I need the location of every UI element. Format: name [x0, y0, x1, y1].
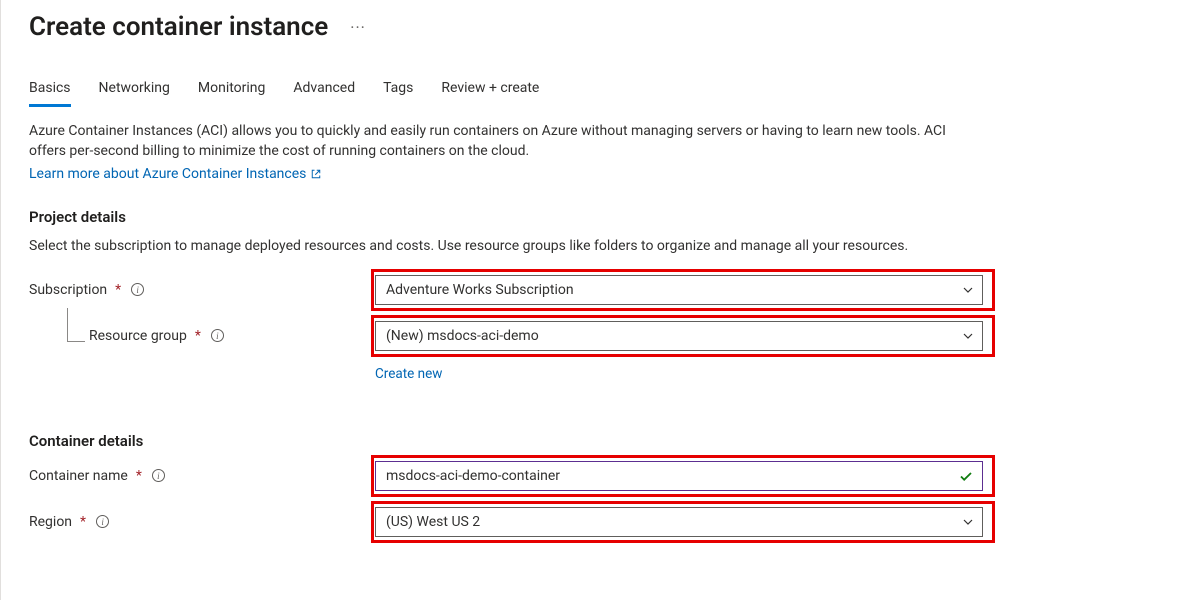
external-link-icon [310, 168, 322, 180]
intro-text: Azure Container Instances (ACI) allows y… [29, 121, 969, 162]
required-marker: * [136, 468, 142, 484]
project-details-heading: Project details [29, 208, 1172, 226]
chevron-down-icon [962, 330, 974, 342]
region-label: Region [29, 514, 72, 530]
container-name-label: Container name [29, 468, 128, 484]
learn-more-link[interactable]: Learn more about Azure Container Instanc… [29, 166, 322, 182]
tab-review-create[interactable]: Review + create [441, 80, 539, 107]
info-icon[interactable]: i [211, 329, 224, 342]
container-details-heading: Container details [29, 432, 1172, 450]
resource-group-label: Resource group [89, 328, 187, 344]
required-marker: * [195, 328, 201, 344]
tab-basics[interactable]: Basics [29, 80, 71, 107]
page-title: Create container instance [29, 12, 328, 42]
create-new-link[interactable]: Create new [375, 366, 442, 382]
container-name-input[interactable]: msdocs-aci-demo-container [375, 461, 983, 491]
required-marker: * [115, 282, 121, 298]
subscription-dropdown[interactable]: Adventure Works Subscription [375, 275, 983, 305]
info-icon[interactable]: i [131, 283, 144, 296]
container-name-value: msdocs-aci-demo-container [386, 468, 560, 484]
more-actions-button[interactable]: ··· [350, 18, 366, 37]
tab-advanced[interactable]: Advanced [293, 80, 355, 107]
tree-connector [67, 308, 85, 342]
tab-monitoring[interactable]: Monitoring [198, 80, 266, 107]
info-icon[interactable]: i [152, 469, 165, 482]
required-marker: * [80, 514, 86, 530]
learn-more-label: Learn more about Azure Container Instanc… [29, 166, 306, 182]
subscription-value: Adventure Works Subscription [386, 282, 574, 298]
resource-group-dropdown[interactable]: (New) msdocs-aci-demo [375, 321, 983, 351]
info-icon[interactable]: i [96, 515, 109, 528]
checkmark-icon [958, 468, 974, 484]
region-value: (US) West US 2 [386, 514, 480, 530]
tab-tags[interactable]: Tags [383, 80, 413, 107]
chevron-down-icon [962, 516, 974, 528]
project-details-desc: Select the subscription to manage deploy… [29, 236, 969, 256]
region-dropdown[interactable]: (US) West US 2 [375, 507, 983, 537]
subscription-label: Subscription [29, 282, 107, 298]
chevron-down-icon [962, 284, 974, 296]
tab-bar: Basics Networking Monitoring Advanced Ta… [29, 80, 1172, 107]
tab-networking[interactable]: Networking [99, 80, 170, 107]
resource-group-value: (New) msdocs-aci-demo [386, 328, 539, 344]
